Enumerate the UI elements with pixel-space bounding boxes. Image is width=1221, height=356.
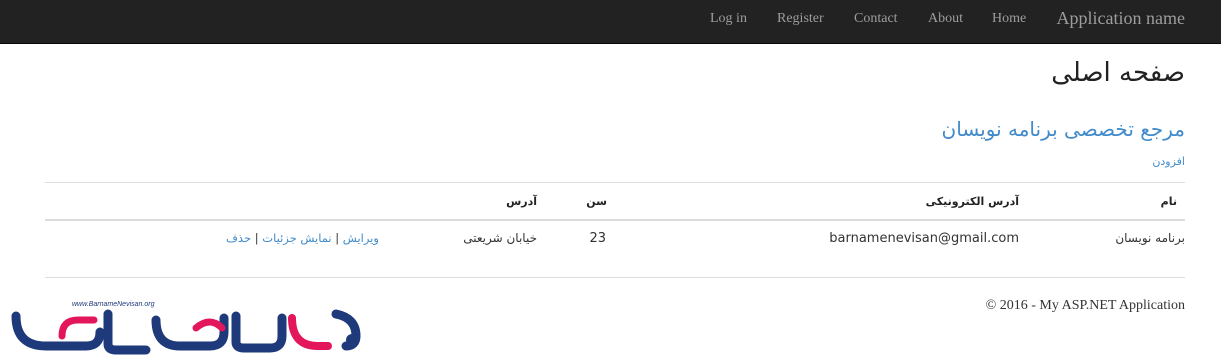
add-link[interactable]: افزودن [1152, 155, 1185, 168]
header-email: آدرس الکترونیکی [925, 195, 1019, 208]
action-separator: | [254, 231, 259, 245]
nav-register-link[interactable]: Register [777, 11, 824, 27]
action-separator: | [335, 231, 340, 245]
header-address: آدرس [506, 195, 537, 208]
cell-address: خیابان شریعتی [463, 231, 537, 245]
cell-age: 23 [589, 231, 606, 246]
nav-contact-link[interactable]: Contact [854, 11, 898, 27]
watermark-logo: www.BarnameNevisan.org [0, 300, 370, 356]
delete-link[interactable]: حذف [226, 231, 251, 245]
nav-about-link[interactable]: About [928, 11, 963, 27]
header-age: سن [586, 195, 607, 208]
edit-link[interactable]: ویرایش [343, 231, 379, 245]
header-name: نام [1160, 195, 1177, 208]
nav-home-link[interactable]: Home [992, 11, 1026, 27]
logo-wordmark-icon [11, 309, 361, 355]
row-actions: ویرایش | نمایش جزئیات | حذف [226, 231, 379, 245]
footer-rule [45, 277, 1185, 278]
cell-email: barnamenevisan@gmail.com [829, 231, 1019, 246]
brand-link[interactable]: Application name [1057, 8, 1185, 29]
cell-name: برنامه نویسان [1115, 231, 1185, 245]
page-subtitle: مرجع تخصصی برنامه نویسان [941, 117, 1185, 141]
details-link[interactable]: نمایش جزئیات [262, 231, 331, 245]
table-top-border [45, 182, 1185, 183]
page-title: صفحه اصلی [1051, 58, 1185, 88]
nav-login-link[interactable]: Log in [710, 11, 747, 27]
table-header-border [45, 219, 1185, 221]
navbar: Log in Register Contact About Home Appli… [0, 0, 1221, 44]
footer-copyright: © 2016 - My ASP.NET Application [985, 298, 1185, 313]
